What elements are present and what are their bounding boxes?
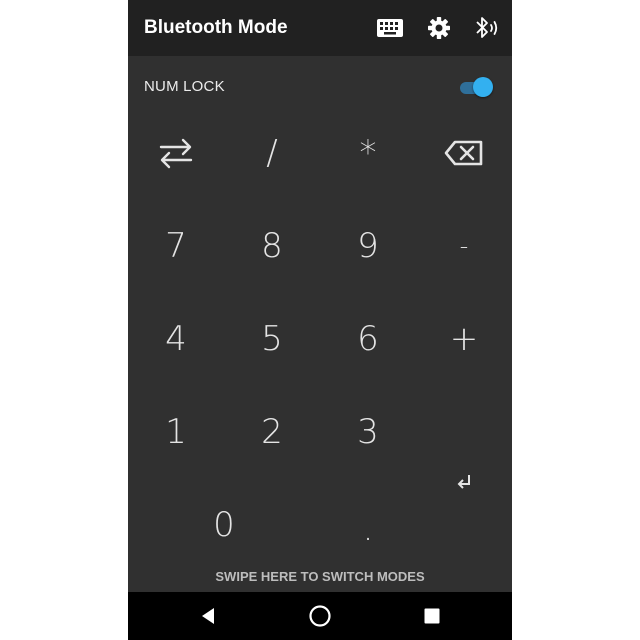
bluetooth-audio-icon[interactable]: [473, 14, 501, 42]
swap-direction-key[interactable]: [128, 107, 224, 199]
swap-arrows-icon: [159, 138, 193, 169]
key-4[interactable]: 4: [128, 293, 224, 385]
key-minus[interactable]: -: [416, 200, 512, 292]
key-divide[interactable]: /: [224, 107, 320, 199]
home-icon[interactable]: [288, 592, 352, 640]
key-2[interactable]: 2: [224, 386, 320, 478]
key-7[interactable]: 7: [128, 200, 224, 292]
recents-icon[interactable]: [400, 592, 464, 640]
enter-icon: [457, 475, 470, 489]
toggle-thumb: [473, 77, 493, 97]
key-5[interactable]: 5: [224, 293, 320, 385]
key-1[interactable]: 1: [128, 386, 224, 478]
app-title: Bluetooth Mode: [144, 17, 288, 38]
backspace-icon: [444, 140, 483, 166]
app-bar: Bluetooth Mode: [128, 0, 512, 56]
swipe-mode-area[interactable]: SWIPE HERE TO SWITCH MODES: [128, 560, 512, 592]
key-6[interactable]: 6: [320, 293, 416, 385]
key-multiply[interactable]: *: [320, 107, 416, 199]
key-8[interactable]: 8: [224, 200, 320, 292]
enter-key[interactable]: [416, 386, 512, 570]
key-0[interactable]: 0: [128, 479, 320, 571]
key-plus[interactable]: +: [416, 293, 512, 385]
num-lock-label: NUM LOCK: [144, 78, 225, 95]
settings-gear-icon[interactable]: [425, 14, 453, 42]
bluetooth-mode-screen: Bluetooth Mode NUM LOCK / * 7 8 9 - 4 5 …: [128, 0, 512, 640]
system-nav-bar: [128, 592, 512, 640]
num-lock-toggle[interactable]: [458, 76, 494, 98]
backspace-key[interactable]: [416, 107, 512, 199]
keyboard-icon[interactable]: [376, 14, 404, 42]
key-3[interactable]: 3: [320, 386, 416, 478]
key-9[interactable]: 9: [320, 200, 416, 292]
back-icon[interactable]: [176, 592, 240, 640]
key-decimal[interactable]: .: [320, 479, 416, 549]
